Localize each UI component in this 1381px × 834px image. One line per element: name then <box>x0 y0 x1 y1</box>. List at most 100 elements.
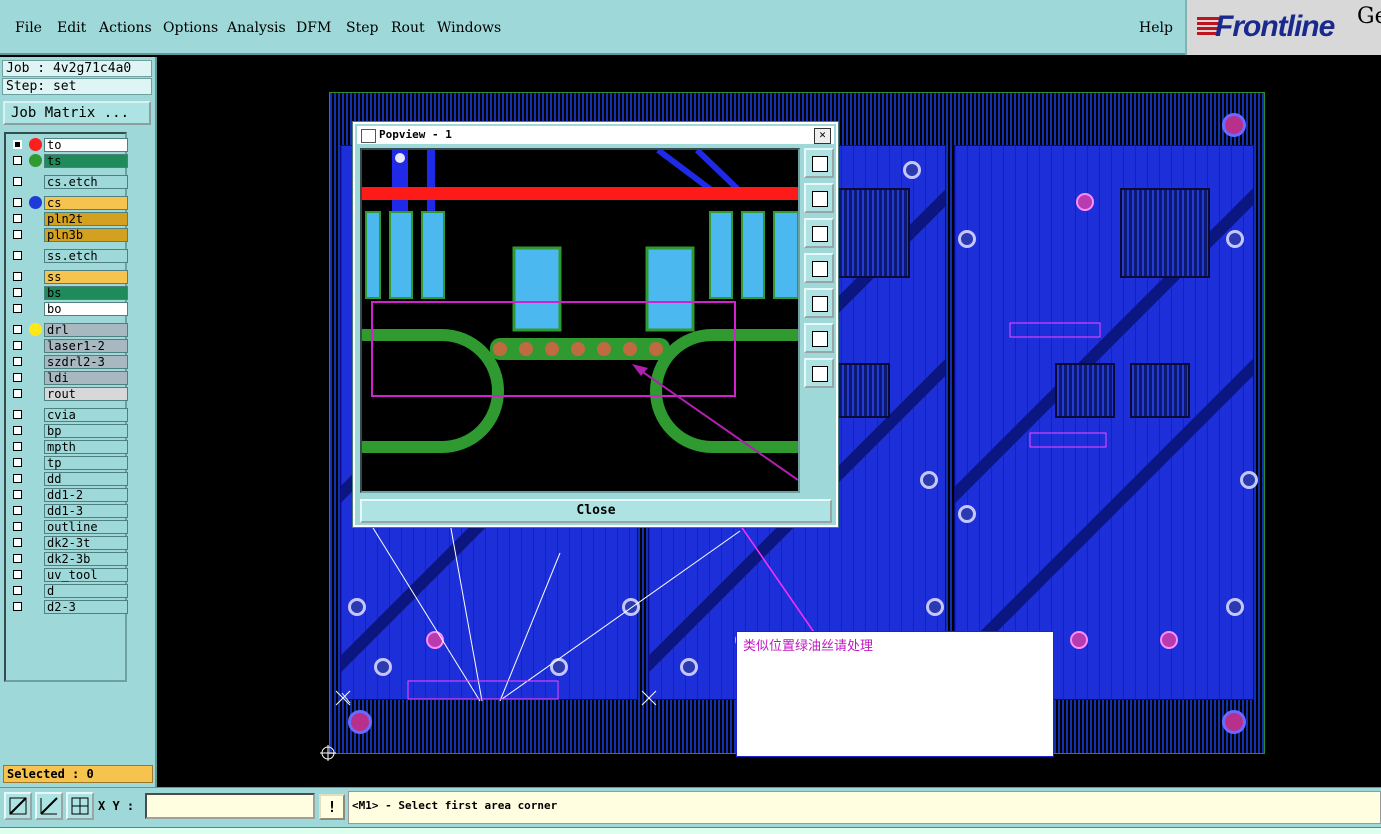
layer-row-bp[interactable]: bp <box>10 424 128 438</box>
zoom-in-button[interactable] <box>804 148 834 178</box>
layer-row-dk2-3t[interactable]: dk2-3t <box>10 536 128 550</box>
layer-name[interactable]: dd <box>44 472 128 486</box>
layer-checkbox[interactable] <box>13 251 22 260</box>
layer-row-drl[interactable]: drl <box>10 323 128 337</box>
pan-left-button[interactable] <box>804 253 834 283</box>
layer-row-dd[interactable]: dd <box>10 472 128 486</box>
layer-name[interactable]: dk2-3t <box>44 536 128 550</box>
menu-rout[interactable]: Rout <box>391 20 425 36</box>
layer-checkbox[interactable] <box>13 458 22 467</box>
layer-name[interactable]: cs.etch <box>44 175 128 189</box>
pan-up-button[interactable] <box>804 183 834 213</box>
layer-checkbox[interactable] <box>13 156 22 165</box>
layer-row-ldi[interactable]: ldi <box>10 371 128 385</box>
pan-right-button[interactable] <box>804 288 834 318</box>
layer-name[interactable]: pln3b <box>44 228 128 242</box>
layer-name[interactable]: tp <box>44 456 128 470</box>
layer-checkbox[interactable] <box>13 522 22 531</box>
layer-row-to[interactable]: to <box>10 138 128 152</box>
layer-checkbox[interactable] <box>13 325 22 334</box>
layer-name[interactable]: ts <box>44 154 128 168</box>
layer-row-pln3b[interactable]: pln3b <box>10 228 128 242</box>
zoom-home-button[interactable] <box>804 358 834 388</box>
layer-checkbox[interactable] <box>13 570 22 579</box>
layer-row-ss[interactable]: ss <box>10 270 128 284</box>
layer-checkbox[interactable] <box>13 140 22 149</box>
layer-row-bs[interactable]: bs <box>10 286 128 300</box>
layer-name[interactable]: laser1-2 <box>44 339 128 353</box>
layer-name[interactable]: bo <box>44 302 128 316</box>
layer-name[interactable]: ss <box>44 270 128 284</box>
menu-step[interactable]: Step <box>346 20 378 36</box>
layer-checkbox[interactable] <box>13 357 22 366</box>
layer-checkbox[interactable] <box>13 554 22 563</box>
layer-name[interactable]: dd1-2 <box>44 488 128 502</box>
layer-row-ss.etch[interactable]: ss.etch <box>10 249 128 263</box>
layer-name[interactable]: drl <box>44 323 128 337</box>
layer-checkbox[interactable] <box>13 538 22 547</box>
layer-name[interactable]: to <box>44 138 128 152</box>
menu-help[interactable]: Help <box>1139 20 1173 36</box>
xy-coordinate-field[interactable] <box>145 793 315 819</box>
alert-button[interactable]: ! <box>319 794 345 820</box>
layer-row-ts[interactable]: ts <box>10 154 128 168</box>
layer-checkbox[interactable] <box>13 177 22 186</box>
layer-checkbox[interactable] <box>13 426 22 435</box>
layer-name[interactable]: dk2-3b <box>44 552 128 566</box>
close-icon[interactable]: ✕ <box>814 128 831 144</box>
popview-title-bar[interactable]: Popview - 1 ✕ <box>357 126 834 144</box>
layer-row-cs[interactable]: cs <box>10 196 128 210</box>
layer-name[interactable]: ss.etch <box>44 249 128 263</box>
zoom-area-button[interactable] <box>4 792 32 820</box>
layer-checkbox[interactable] <box>13 442 22 451</box>
layer-row-d2-3[interactable]: d2-3 <box>10 600 128 614</box>
layer-checkbox[interactable] <box>13 198 22 207</box>
menu-dfm[interactable]: DFM <box>296 20 331 36</box>
layer-name[interactable]: pln2t <box>44 212 128 226</box>
layer-row-cs.etch[interactable]: cs.etch <box>10 175 128 189</box>
layer-checkbox[interactable] <box>13 373 22 382</box>
layer-row-szdrl2-3[interactable]: szdrl2-3 <box>10 355 128 369</box>
zoom-fit-button[interactable] <box>804 323 834 353</box>
layer-name[interactable]: mpth <box>44 440 128 454</box>
layer-row-rout[interactable]: rout <box>10 387 128 401</box>
layer-row-uv_tool[interactable]: uv_tool <box>10 568 128 582</box>
layer-name[interactable]: d <box>44 584 128 598</box>
layer-checkbox[interactable] <box>13 341 22 350</box>
layer-name[interactable]: dd1-3 <box>44 504 128 518</box>
layer-name[interactable]: bp <box>44 424 128 438</box>
layer-checkbox[interactable] <box>13 490 22 499</box>
layer-row-dk2-3b[interactable]: dk2-3b <box>10 552 128 566</box>
menu-edit[interactable]: Edit <box>57 20 86 36</box>
layer-name[interactable]: rout <box>44 387 128 401</box>
layer-checkbox[interactable] <box>13 389 22 398</box>
layer-checkbox[interactable] <box>13 602 22 611</box>
layer-checkbox[interactable] <box>13 288 22 297</box>
layer-row-dd1-2[interactable]: dd1-2 <box>10 488 128 502</box>
grid-button[interactable] <box>66 792 94 820</box>
menu-actions[interactable]: Actions <box>99 20 152 36</box>
measure-button[interactable] <box>35 792 63 820</box>
popview-canvas[interactable] <box>360 148 800 493</box>
layer-name[interactable]: uv_tool <box>44 568 128 582</box>
layer-row-bo[interactable]: bo <box>10 302 128 316</box>
layer-checkbox[interactable] <box>13 586 22 595</box>
layer-name[interactable]: bs <box>44 286 128 300</box>
layer-checkbox[interactable] <box>13 474 22 483</box>
layer-name[interactable]: szdrl2-3 <box>44 355 128 369</box>
menu-windows[interactable]: Windows <box>437 20 501 36</box>
layer-row-mpth[interactable]: mpth <box>10 440 128 454</box>
layer-name[interactable]: cs <box>44 196 128 210</box>
layer-row-laser1-2[interactable]: laser1-2 <box>10 339 128 353</box>
layer-name[interactable]: d2-3 <box>44 600 128 614</box>
layer-checkbox[interactable] <box>13 214 22 223</box>
layer-row-pln2t[interactable]: pln2t <box>10 212 128 226</box>
layer-name[interactable]: cvia <box>44 408 128 422</box>
menu-analysis[interactable]: Analysis <box>227 20 286 36</box>
layer-checkbox[interactable] <box>13 230 22 239</box>
popview-close-button[interactable]: Close <box>360 499 832 523</box>
job-matrix-button[interactable]: Job Matrix ... <box>3 101 151 125</box>
layer-row-d[interactable]: d <box>10 584 128 598</box>
pan-down-button[interactable] <box>804 218 834 248</box>
menu-file[interactable]: File <box>15 20 42 36</box>
